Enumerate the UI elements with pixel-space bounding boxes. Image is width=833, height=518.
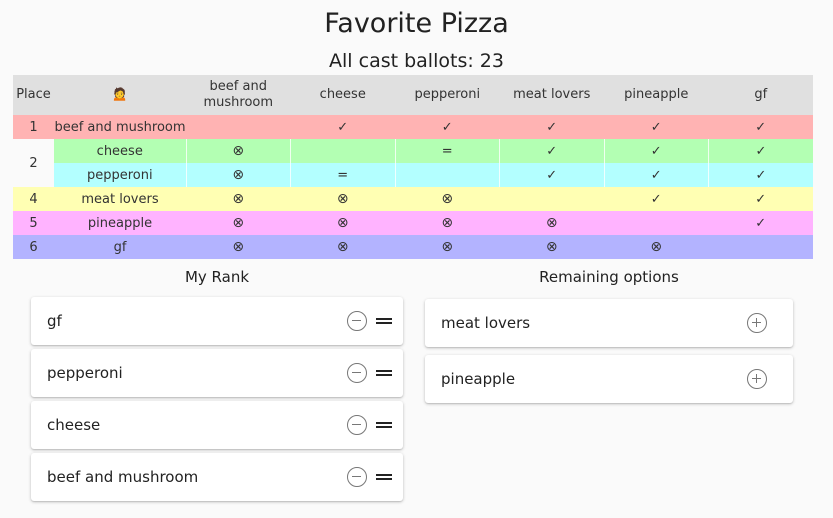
plus-circle-icon[interactable] — [747, 369, 767, 389]
minus-circle-icon[interactable] — [347, 363, 367, 383]
table-header-row: Place 🙍 beef and mushroom cheese peppero… — [13, 75, 813, 115]
place-cell: 4 — [13, 187, 54, 211]
option-name-cell: beef and mushroom — [54, 115, 186, 139]
header-option: pineapple — [604, 75, 709, 115]
header-option: beef and mushroom — [186, 75, 291, 115]
check-icon: ✓ — [290, 115, 395, 139]
ballot-count: All cast ballots: 23 — [329, 50, 504, 72]
option-name-cell: meat lovers — [54, 187, 186, 211]
rank-item-label: beef and mushroom — [47, 468, 199, 486]
circled-x-icon: ⊗ — [186, 211, 291, 235]
result-row: 4 meat lovers ⊗ ⊗ ⊗ ✓ ✓ — [13, 187, 813, 211]
circled-x-icon: ⊗ — [186, 187, 291, 211]
result-row: pepperoni ⊗ = ✓ ✓ ✓ — [13, 163, 813, 187]
check-icon: ✓ — [604, 187, 709, 211]
results-table: Place 🙍 beef and mushroom cheese peppero… — [13, 75, 813, 259]
header-option: cheese — [290, 75, 395, 115]
circled-x-icon: ⊗ — [290, 211, 395, 235]
check-icon: ✓ — [708, 115, 813, 139]
check-icon: ✓ — [499, 115, 604, 139]
rank-item[interactable]: gf — [31, 297, 403, 345]
minus-circle-icon[interactable] — [347, 467, 367, 487]
circled-x-icon: ⊗ — [185, 163, 291, 187]
check-icon: ✓ — [708, 211, 813, 235]
minus-circle-icon[interactable] — [347, 415, 367, 435]
place-cell: 1 — [13, 115, 54, 139]
poll-title: Favorite Pizza — [324, 8, 509, 39]
circled-x-icon: ⊗ — [186, 235, 291, 259]
result-row: 1 beef and mushroom ✓ ✓ ✓ ✓ ✓ — [13, 115, 813, 139]
drag-handle-icon[interactable] — [376, 318, 392, 324]
remaining-option-label: meat lovers — [441, 314, 531, 332]
rank-item[interactable]: beef and mushroom — [31, 453, 403, 501]
remaining-option-label: pineapple — [441, 370, 516, 388]
result-row: 2 cheese ⊗ = ✓ ✓ ✓ — [13, 139, 813, 187]
drag-handle-icon[interactable] — [376, 422, 392, 428]
check-icon: ✓ — [604, 115, 709, 139]
equals-icon: = — [290, 163, 395, 187]
rank-item-label: pepperoni — [47, 364, 123, 382]
circled-x-icon: ⊗ — [290, 235, 395, 259]
place-cell: 6 — [13, 235, 54, 259]
rank-item[interactable]: cheese — [31, 401, 403, 449]
my-rank-title: My Rank — [184, 268, 250, 286]
circled-x-icon: ⊗ — [185, 139, 291, 163]
empty-cell — [290, 139, 395, 163]
rank-item-label: cheese — [47, 416, 101, 434]
rank-item[interactable]: pepperoni — [31, 349, 403, 397]
rank-item-label: gf — [47, 312, 62, 330]
drag-handle-icon[interactable] — [376, 474, 392, 480]
place-cell: 5 — [13, 211, 54, 235]
empty-cell — [604, 211, 709, 235]
option-name-cell: cheese — [54, 139, 186, 163]
place-cell: 2 — [13, 139, 54, 187]
header-option: pepperoni — [395, 75, 500, 115]
empty-cell — [499, 187, 604, 211]
drag-handle-icon[interactable] — [376, 370, 392, 376]
check-icon: ✓ — [603, 163, 709, 187]
remaining-option[interactable]: meat lovers — [425, 299, 793, 347]
circled-x-icon: ⊗ — [499, 211, 604, 235]
check-icon: ✓ — [499, 139, 604, 163]
circled-x-icon: ⊗ — [395, 235, 500, 259]
header-place: Place — [13, 75, 54, 115]
remaining-title: Remaining options — [539, 268, 679, 286]
minus-circle-icon[interactable] — [347, 311, 367, 331]
header-person-icon: 🙍 — [54, 75, 186, 115]
option-name-cell: pepperoni — [54, 163, 186, 187]
header-option: meat lovers — [499, 75, 604, 115]
circled-x-icon: ⊗ — [395, 211, 500, 235]
check-icon: ✓ — [499, 163, 604, 187]
circled-x-icon: ⊗ — [604, 235, 709, 259]
check-icon: ✓ — [395, 115, 500, 139]
empty-cell — [708, 235, 813, 259]
header-option: gf — [708, 75, 813, 115]
empty-cell — [394, 163, 500, 187]
circled-x-icon: ⊗ — [499, 235, 604, 259]
plus-circle-icon[interactable] — [747, 313, 767, 333]
check-icon: ✓ — [708, 187, 813, 211]
check-icon: ✓ — [603, 139, 709, 163]
remaining-option[interactable]: pineapple — [425, 355, 793, 403]
empty-cell — [186, 115, 291, 139]
check-icon: ✓ — [708, 139, 813, 163]
check-icon: ✓ — [708, 163, 813, 187]
result-row: 5 pineapple ⊗ ⊗ ⊗ ⊗ ✓ — [13, 211, 813, 235]
option-name-cell: pineapple — [54, 211, 186, 235]
circled-x-icon: ⊗ — [395, 187, 500, 211]
equals-icon: = — [394, 139, 500, 163]
result-row: 6 gf ⊗ ⊗ ⊗ ⊗ ⊗ — [13, 235, 813, 259]
option-name-cell: gf — [54, 235, 186, 259]
circled-x-icon: ⊗ — [290, 187, 395, 211]
